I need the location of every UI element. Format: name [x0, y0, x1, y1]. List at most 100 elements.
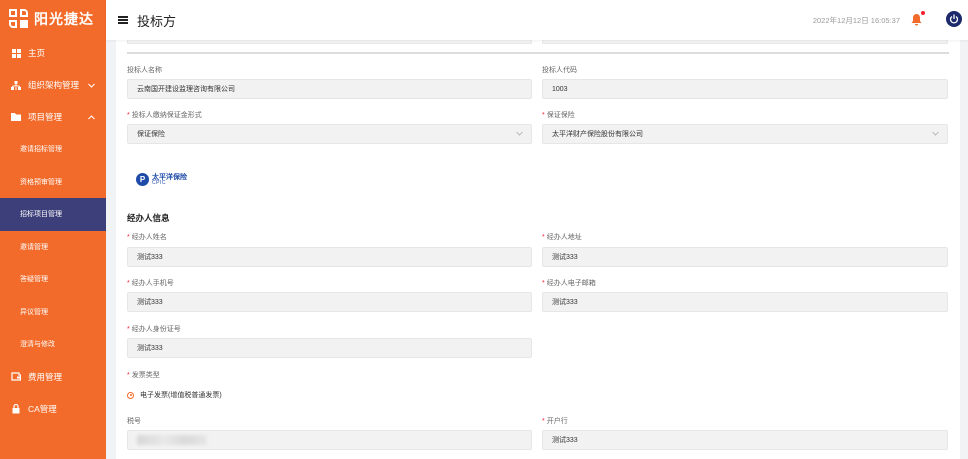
agent-id-label: * 经办人身份证号 — [127, 324, 181, 334]
bank-label: * 开户行 — [542, 416, 568, 426]
required-mark: * — [127, 372, 130, 379]
power-icon[interactable] — [946, 11, 962, 27]
guarantee-insurance-label-text: 保证保险 — [546, 112, 575, 119]
sidebar-subitem-prequalification[interactable]: 资格预审管理 — [0, 166, 106, 199]
sidebar-item-org[interactable]: 组织架构管理 — [0, 69, 106, 101]
sidebar-subitem-invite[interactable]: 邀请管理 — [0, 231, 106, 264]
sidebar-item-label: 主页 — [28, 48, 46, 58]
agent-name-label-text: 经办人姓名 — [131, 234, 167, 241]
windows-icon — [11, 48, 21, 58]
agent-id-field[interactable]: 测试333 — [127, 338, 532, 358]
org-chart-icon — [11, 80, 21, 90]
notification-dot — [921, 11, 925, 15]
chevron-up-icon — [88, 113, 95, 122]
bidder-name-field[interactable]: 云南国开建设监理咨询有限公司 — [127, 79, 532, 99]
agent-id-label-text: 经办人身份证号 — [131, 326, 181, 333]
sidebar-item-ca[interactable]: CA管理 — [0, 393, 106, 425]
sidebar-subitem-tender-project[interactable]: 招标项目管理 — [0, 198, 106, 231]
agent-id-value: 测试333 — [137, 345, 163, 352]
required-mark: * — [127, 234, 130, 241]
invoice-type-label: * 发票类型 — [127, 370, 160, 380]
lock-icon — [11, 403, 21, 414]
guarantee-insurance-value: 太平洋财产保险股份有限公司 — [552, 131, 643, 138]
sidebar-item-label: CA管理 — [28, 403, 57, 414]
sidebar-item-fees[interactable]: 费用管理 — [0, 361, 106, 393]
chevron-down-icon — [516, 131, 523, 138]
sidebar-item-label: 组织架构管理 — [28, 80, 80, 90]
invoice-type-radio[interactable]: 电子发票(增值税普通发票) — [127, 390, 222, 400]
sidebar-subitem-objection[interactable]: 异议管理 — [0, 296, 106, 329]
tax-no-label: 税号 — [127, 418, 141, 425]
sidebar-item-label: 费用管理 — [28, 371, 63, 382]
sidebar-subitem-clarification[interactable]: 澄清与修改 — [0, 328, 106, 361]
bank-value: 测试333 — [552, 437, 578, 444]
sidebar-subitem-qa[interactable]: 答疑管理 — [0, 263, 106, 296]
agent-name-value: 测试333 — [137, 254, 163, 261]
insurer-logo-en: CPIC — [152, 179, 166, 186]
chevron-down-icon — [932, 131, 939, 138]
previous-field-stub — [127, 40, 532, 44]
required-mark: * — [127, 112, 130, 119]
datetime-display: 2022年12月12日 16:05:37 — [812, 15, 900, 25]
invoice-type-label-text: 发票类型 — [131, 372, 160, 379]
logo: 阳光捷达 — [0, 0, 106, 37]
wallet-icon — [11, 372, 21, 382]
deposit-form-label-text: 投标人缴纳保证金形式 — [131, 112, 202, 119]
agent-phone-label: * 经办人手机号 — [127, 278, 174, 288]
form-panel: 投标人名称 云南国开建设监理咨询有限公司 投标人代码 1003 * 投标人缴纳保证… — [116, 40, 960, 459]
insurer-logo: P 太平洋保险 CPIC — [136, 173, 187, 186]
agent-phone-value: 测试333 — [137, 299, 163, 306]
sidebar-item-home[interactable]: 主页 — [0, 37, 106, 69]
required-mark: * — [542, 280, 545, 287]
sidebar-item-label: 项目管理 — [28, 112, 63, 122]
chevron-down-icon — [88, 81, 95, 90]
top-header: 投标方 2022年12月12日 16:05:37 — [106, 0, 968, 40]
redacted-value — [137, 435, 207, 445]
menu-toggle-icon[interactable] — [118, 16, 128, 24]
agent-email-field[interactable]: 测试333 — [542, 292, 948, 312]
invoice-type-option: 电子发票(增值税普通发票) — [140, 392, 222, 399]
required-mark: * — [542, 418, 545, 425]
bank-field[interactable]: 测试333 — [542, 430, 948, 450]
bidder-code-value: 1003 — [552, 85, 568, 93]
previous-field-stub — [542, 40, 948, 44]
page-title: 投标方 — [137, 13, 177, 29]
guarantee-insurance-label: * 保证保险 — [542, 110, 575, 120]
deposit-form-value: 保证保险 — [137, 131, 165, 138]
bank-label-text: 开户行 — [546, 418, 568, 425]
folder-icon — [11, 112, 21, 122]
agent-phone-field[interactable]: 测试333 — [127, 292, 532, 312]
bidder-code-field[interactable]: 1003 — [542, 79, 948, 99]
agent-email-label: * 经办人电子邮箱 — [542, 278, 596, 288]
bidder-code-label: 投标人代码 — [542, 67, 577, 74]
agent-email-label-text: 经办人电子邮箱 — [546, 280, 596, 287]
agent-phone-label-text: 经办人手机号 — [131, 280, 174, 287]
bell-icon[interactable] — [910, 13, 923, 26]
radio-selected-icon[interactable] — [127, 391, 134, 399]
agent-name-label: * 经办人姓名 — [127, 232, 167, 242]
required-mark: * — [127, 280, 130, 287]
sidebar-subitem-invite-tender[interactable]: 邀请招标管理 — [0, 133, 106, 166]
deposit-form-label: * 投标人缴纳保证金形式 — [127, 110, 202, 120]
sidebar: 阳光捷达 主页 组织架构管理 项目管理 邀请招标管理 资格预审管理 招标项目管理… — [0, 0, 106, 459]
logo-icon — [9, 9, 28, 28]
required-mark: * — [542, 112, 545, 119]
agent-address-label: * 经办人地址 — [542, 232, 582, 242]
required-mark: * — [127, 326, 130, 333]
cpic-logo-icon: P — [136, 173, 149, 186]
bidder-name-value: 云南国开建设监理咨询有限公司 — [137, 86, 235, 93]
agent-address-label-text: 经办人地址 — [546, 234, 582, 241]
agent-email-value: 测试333 — [552, 299, 578, 306]
sidebar-item-project[interactable]: 项目管理 — [0, 101, 106, 133]
agent-address-value: 测试333 — [552, 254, 578, 261]
agent-address-field[interactable]: 测试333 — [542, 247, 948, 267]
section-divider — [127, 52, 949, 54]
required-mark: * — [542, 234, 545, 241]
tax-no-field[interactable] — [127, 430, 532, 450]
agent-section-title: 经办人信息 — [127, 213, 170, 223]
logo-text: 阳光捷达 — [34, 10, 94, 27]
deposit-form-select[interactable]: 保证保险 — [127, 124, 532, 144]
bidder-name-label: 投标人名称 — [127, 67, 162, 74]
guarantee-insurance-select[interactable]: 太平洋财产保险股份有限公司 — [542, 124, 948, 144]
agent-name-field[interactable]: 测试333 — [127, 247, 532, 267]
